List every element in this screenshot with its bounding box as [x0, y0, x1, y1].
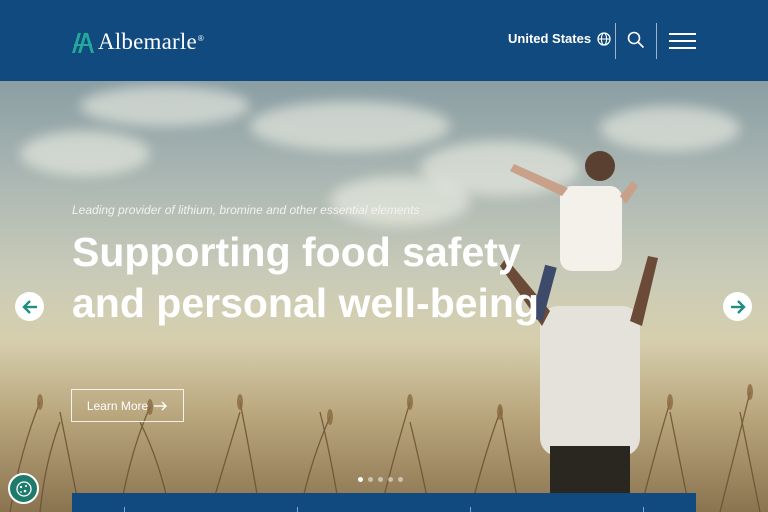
carousel-dot[interactable] [358, 477, 363, 482]
carousel-pagination [358, 477, 403, 482]
quick-links-divider [124, 507, 125, 512]
carousel-dot[interactable] [388, 477, 393, 482]
hero-background-cloud [20, 131, 150, 176]
carousel-prev-button[interactable] [15, 292, 44, 321]
hero-background-cloud [250, 101, 450, 151]
hero-background-cloud [80, 86, 250, 126]
carousel-dot[interactable] [368, 477, 373, 482]
learn-more-label: Learn More [86, 398, 149, 413]
arrow-right-icon [154, 401, 168, 410]
carousel-dot[interactable] [378, 477, 383, 482]
carousel-next-button[interactable] [723, 292, 752, 321]
carousel-dot[interactable] [398, 477, 403, 482]
quick-links-bar [72, 493, 696, 512]
search-icon[interactable] [627, 31, 645, 49]
cookie-settings-icon [15, 480, 32, 497]
albemarle-logo[interactable]: Albemarle ® [72, 28, 204, 56]
region-selector[interactable]: United States [508, 31, 611, 46]
globe-icon [597, 31, 611, 46]
learn-more-button[interactable]: Learn More [71, 389, 184, 422]
arrow-right-icon [730, 299, 746, 314]
site-header: Albemarle ® United States [0, 0, 768, 81]
quick-links-divider [297, 507, 298, 512]
hero-headline: Supporting food safety and personal well… [72, 229, 540, 326]
hero-tagline: Leading provider of lithium, bromine and… [72, 203, 420, 217]
logo-registered-mark: ® [197, 33, 204, 43]
header-divider [656, 23, 657, 59]
arrow-left-icon [21, 299, 37, 314]
region-label: United States [508, 31, 592, 46]
logo-text: Albemarle [98, 29, 197, 54]
hero-background-cloud [600, 106, 740, 151]
quick-links-divider [643, 507, 644, 512]
hamburger-menu-icon[interactable] [669, 33, 696, 49]
header-divider [615, 23, 616, 59]
quick-links-divider [470, 507, 471, 512]
hero-background-cloud [330, 176, 470, 226]
hero-carousel: Leading provider of lithium, bromine and… [0, 81, 768, 512]
cookie-settings-button[interactable] [8, 473, 39, 504]
logo-mark-icon [72, 33, 94, 53]
